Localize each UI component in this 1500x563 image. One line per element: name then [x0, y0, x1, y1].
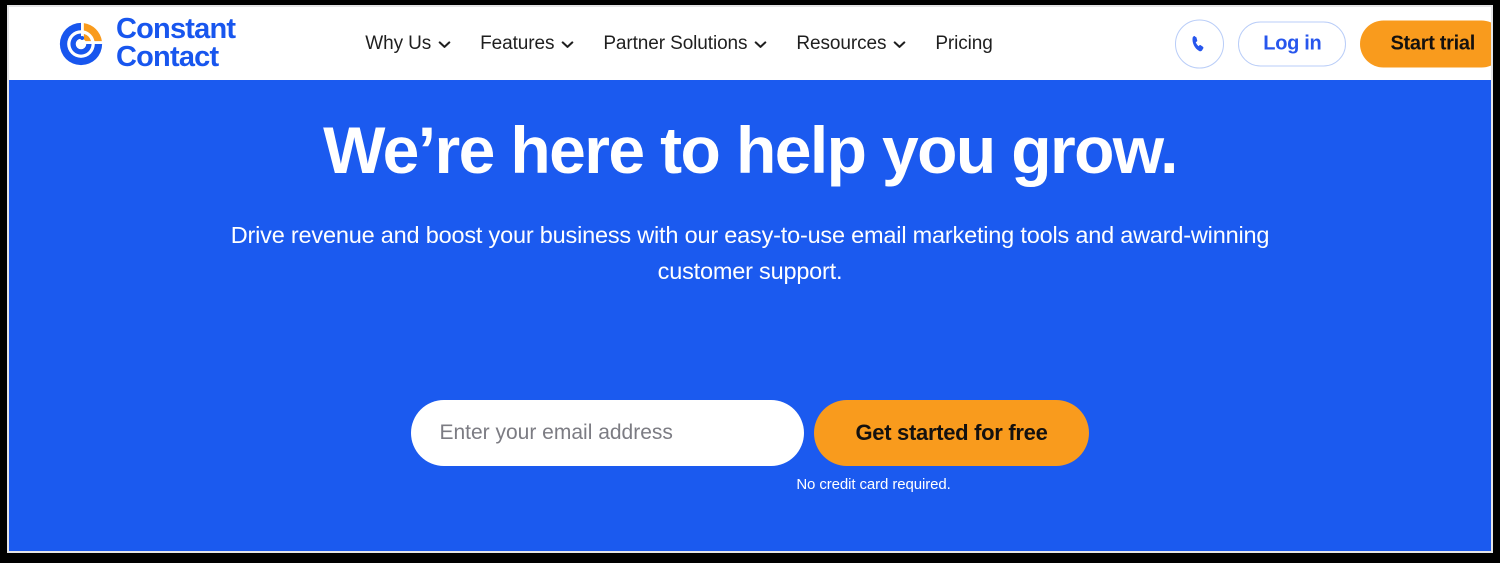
get-started-button[interactable]: Get started for free [814, 400, 1089, 466]
chevron-down-icon [438, 41, 451, 48]
main-navigation: Why Us Features Partner Solutions Resour… [365, 33, 993, 55]
phone-contact-button[interactable] [1175, 19, 1225, 68]
nav-item-features[interactable]: Features [480, 33, 574, 55]
hero-subheadline: Drive revenue and boost your business wi… [230, 221, 1270, 285]
brand-logo[interactable]: Constant Contact [55, 12, 236, 73]
log-in-button[interactable]: Log in [1238, 21, 1347, 66]
email-input[interactable] [411, 400, 805, 466]
nav-item-partner-solutions[interactable]: Partner Solutions [603, 33, 767, 55]
nav-item-label: Features [480, 32, 555, 54]
constant-contact-logo-icon [59, 22, 103, 65]
start-trial-button[interactable]: Start trial [1360, 20, 1491, 67]
no-credit-card-disclaimer: No credit card required. [796, 476, 951, 493]
hero-headline: We’re here to help you grow. [323, 113, 1178, 187]
browser-window-frame: Constant Contact Why Us Features Partner… [0, 0, 1500, 563]
email-signup-form: Get started for free [9, 400, 1491, 466]
nav-item-pricing[interactable]: Pricing [935, 33, 992, 55]
phone-icon [1192, 35, 1204, 51]
nav-item-label: Resources [796, 32, 887, 54]
page-viewport: Constant Contact Why Us Features Partner… [7, 5, 1493, 553]
nav-item-why-us[interactable]: Why Us [365, 33, 451, 55]
site-header: Constant Contact Why Us Features Partner… [9, 7, 1491, 80]
chevron-down-icon [755, 41, 767, 48]
nav-item-resources[interactable]: Resources [796, 33, 906, 55]
nav-item-label: Why Us [365, 32, 432, 54]
header-actions: Log in Start trial [1175, 19, 1491, 68]
brand-wordmark-line1: Constant [116, 12, 236, 45]
nav-item-label: Partner Solutions [603, 32, 748, 54]
brand-wordmark-line2: Contact [116, 40, 219, 73]
hero-section: We’re here to help you grow. Drive reven… [9, 80, 1491, 551]
brand-wordmark: Constant Contact [116, 12, 236, 73]
nav-item-label: Pricing [935, 32, 993, 54]
chevron-down-icon [894, 41, 906, 48]
chevron-down-icon [562, 41, 574, 48]
